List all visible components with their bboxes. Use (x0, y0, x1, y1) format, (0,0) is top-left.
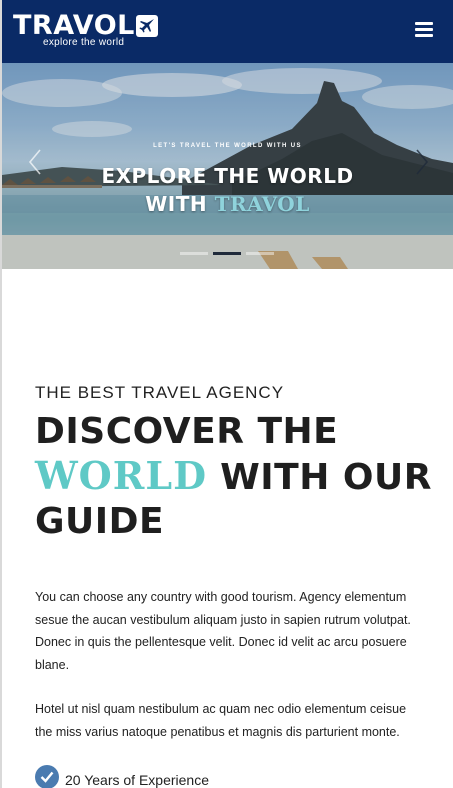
intro-paragraph-1: You can choose any country with good tou… (35, 590, 411, 672)
hero-title-brand: TRAVOL (214, 192, 310, 216)
slider-dots (180, 242, 279, 260)
logo-tagline: explore the world (43, 37, 125, 48)
section-kicker: THE BEST TRAVEL AGENCY (35, 383, 285, 402)
airplane-icon (135, 15, 158, 37)
hero-kicker: LET'S TRAVEL THE WORLD WITH US (153, 143, 302, 149)
site-header: TRAVOL explore the world (2, 0, 453, 63)
feature-item: 20 Years of Experience (35, 765, 209, 788)
heading-line1: DISCOVER THE (35, 411, 339, 452)
hero-title-prefix: WITH (145, 192, 208, 216)
heading-line2: WITH OUR (220, 457, 432, 498)
hero-title-line1: EXPLORE THE WORLD (101, 164, 354, 188)
hero-slider: LET'S TRAVEL THE WORLD WITH US EXPLORE T… (2, 63, 453, 269)
slider-dot-1[interactable] (180, 252, 208, 255)
slider-prev-arrow-icon[interactable] (28, 149, 42, 175)
logo[interactable]: TRAVOL explore the world (13, 10, 158, 48)
intro-paragraph-2: Hotel ut nisl quam nestibulum ac quam ne… (35, 702, 407, 739)
feature-label: 20 Years of Experience (65, 772, 209, 788)
heading-line3: GUIDE (35, 501, 165, 542)
check-circle-icon (35, 765, 59, 788)
slider-next-arrow-icon[interactable] (415, 149, 429, 175)
hero-title-line2: WITH TRAVOL (2, 192, 453, 216)
hamburger-menu-icon[interactable] (415, 22, 433, 38)
logo-wordmark: TRAVOL (13, 10, 135, 41)
slider-dot-2[interactable] (213, 252, 241, 255)
section-heading: DISCOVER THE WORLD WITH OUR GUIDE (35, 410, 435, 544)
page: TRAVOL explore the world LET'S TRAVEL TH… (0, 0, 453, 788)
heading-highlight: WORLD (35, 453, 208, 498)
slider-dot-3[interactable] (246, 252, 274, 255)
